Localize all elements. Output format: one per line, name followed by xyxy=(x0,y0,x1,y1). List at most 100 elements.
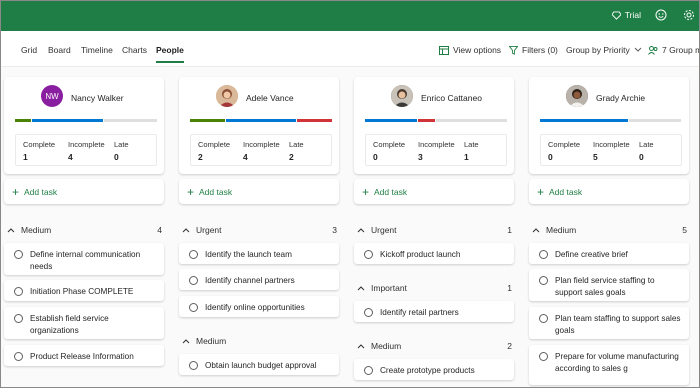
complete-label: Complete xyxy=(548,140,581,149)
person-name: Nancy Walker xyxy=(71,93,124,103)
top-bar: Trial xyxy=(1,1,699,31)
group-header[interactable]: Medium 4 xyxy=(4,223,164,237)
view-options-icon xyxy=(439,45,449,55)
task-card[interactable]: Identify the launch team xyxy=(179,243,339,264)
task-card[interactable]: Identify channel partners xyxy=(179,269,339,290)
tab-timeline[interactable]: Timeline xyxy=(81,45,113,55)
task-card[interactable]: Obtain launch budget approval xyxy=(179,354,339,375)
group-header[interactable]: Urgent 1 xyxy=(354,223,514,237)
tab-grid[interactable]: Grid xyxy=(21,45,37,55)
group-by-dropdown[interactable]: Group by Priority xyxy=(566,45,642,55)
person-photo-icon xyxy=(391,85,413,107)
smiley-icon[interactable] xyxy=(655,9,667,21)
checkbox-icon[interactable] xyxy=(189,303,198,312)
view-options-button[interactable]: View options xyxy=(439,45,501,55)
person-card: Adele Vance Complete 2 Incomplete 4 Late 2 xyxy=(179,77,339,174)
group-header[interactable]: Medium 2 xyxy=(354,339,514,353)
person-card: Grady Archie Complete 0 Incomplete 5 Late 0 xyxy=(529,77,689,174)
late-count: 0 xyxy=(114,152,119,162)
group-name: Medium xyxy=(371,341,402,351)
group-count: 2 xyxy=(507,341,512,351)
person-name: Enrico Cattaneo xyxy=(421,93,482,103)
chevron-down-icon xyxy=(634,47,642,52)
checkbox-icon[interactable] xyxy=(14,250,23,259)
checkbox-icon[interactable] xyxy=(364,366,373,375)
complete-label: Complete xyxy=(373,140,406,149)
incomplete-count: 3 xyxy=(418,152,423,162)
planner-window: Trial Grid Board Timeline Charts People … xyxy=(0,0,700,388)
checkbox-icon[interactable] xyxy=(539,250,548,259)
group-count: 4 xyxy=(157,225,162,235)
task-card[interactable]: Prepare for volume manufacturing accordi… xyxy=(529,345,689,385)
group-count: 1 xyxy=(507,225,512,235)
tab-people[interactable]: People xyxy=(156,45,184,63)
group-members-button[interactable]: 7 Group m xyxy=(648,45,700,55)
stats-box: Complete 0 Incomplete 5 Late 0 xyxy=(540,134,682,166)
person-card: NW Nancy Walker Complete 1 Incomplete 4 La… xyxy=(4,77,164,174)
task-card[interactable]: Plan field service staffing to support s… xyxy=(529,269,689,301)
checkbox-icon[interactable] xyxy=(539,314,548,323)
checkbox-icon[interactable] xyxy=(364,308,373,317)
tab-charts[interactable]: Charts xyxy=(122,45,147,55)
group-name: Medium xyxy=(21,225,52,235)
task-card[interactable]: Product Release Information xyxy=(4,345,164,366)
group-name: Important xyxy=(371,283,407,293)
toolbar: Grid Board Timeline Charts People View o… xyxy=(1,31,700,67)
plus-icon: + xyxy=(362,184,370,199)
chevron-up-icon xyxy=(7,228,15,233)
add-task-label: Add task xyxy=(199,186,233,197)
checkbox-icon[interactable] xyxy=(539,352,548,361)
task-card[interactable]: Initiation Phase COMPLETE xyxy=(4,280,164,301)
group-header[interactable]: Urgent 3 xyxy=(179,223,339,237)
task-card[interactable]: Identify online opportunities xyxy=(179,296,339,317)
complete-count: 0 xyxy=(548,152,553,162)
group-header[interactable]: Medium xyxy=(179,334,339,348)
task-card[interactable]: Kickoff product launch xyxy=(354,243,514,264)
task-card[interactable]: Identify retail partners xyxy=(354,301,514,322)
task-title: Define internal communication needs xyxy=(30,250,141,271)
checkbox-icon[interactable] xyxy=(14,314,23,323)
group-count: 5 xyxy=(682,225,687,235)
checkbox-icon[interactable] xyxy=(189,361,198,370)
group-name: Medium xyxy=(546,225,577,235)
progress-bar xyxy=(540,119,682,122)
complete-count: 1 xyxy=(23,152,28,162)
checkbox-icon[interactable] xyxy=(14,352,23,361)
incomplete-count: 5 xyxy=(593,152,598,162)
add-task-button[interactable]: + Add task xyxy=(354,179,514,204)
filters-label: Filters (0) xyxy=(522,45,558,55)
group-header[interactable]: Important 1 xyxy=(354,281,514,295)
late-count: 0 xyxy=(639,152,644,162)
task-card[interactable]: Define creative brief xyxy=(529,243,689,264)
filters-button[interactable]: Filters (0) xyxy=(509,45,558,55)
avatar xyxy=(566,85,588,107)
filter-icon xyxy=(509,45,518,55)
trial-button[interactable]: Trial xyxy=(611,10,641,20)
avatar xyxy=(391,85,413,107)
task-card[interactable]: Define internal communication needs xyxy=(4,243,164,275)
checkbox-icon[interactable] xyxy=(189,250,198,259)
tab-board[interactable]: Board xyxy=(48,45,71,55)
task-card[interactable]: Plan team staffing to support sales goal… xyxy=(529,307,689,339)
group-members-label: 7 Group m xyxy=(662,45,700,55)
checkbox-icon[interactable] xyxy=(14,287,23,296)
task-card[interactable]: Establish field service organizations xyxy=(4,307,164,339)
checkbox-icon[interactable] xyxy=(539,276,548,285)
checkbox-icon[interactable] xyxy=(364,250,373,259)
incomplete-label: Incomplete xyxy=(418,140,455,149)
group-header[interactable]: Medium 5 xyxy=(529,223,689,237)
gear-icon[interactable] xyxy=(683,9,695,21)
person-photo-icon xyxy=(216,85,238,107)
add-task-button[interactable]: + Add task xyxy=(4,179,164,204)
incomplete-label: Incomplete xyxy=(243,140,280,149)
task-title: Identify the launch team xyxy=(205,250,292,259)
checkbox-icon[interactable] xyxy=(189,276,198,285)
incomplete-label: Incomplete xyxy=(593,140,630,149)
people-icon xyxy=(648,45,658,55)
progress-bar xyxy=(365,119,507,122)
task-card[interactable]: Create prototype products xyxy=(354,359,514,380)
add-task-button[interactable]: + Add task xyxy=(529,179,689,204)
chevron-up-icon xyxy=(182,228,190,233)
add-task-button[interactable]: + Add task xyxy=(179,179,339,204)
complete-label: Complete xyxy=(198,140,231,149)
